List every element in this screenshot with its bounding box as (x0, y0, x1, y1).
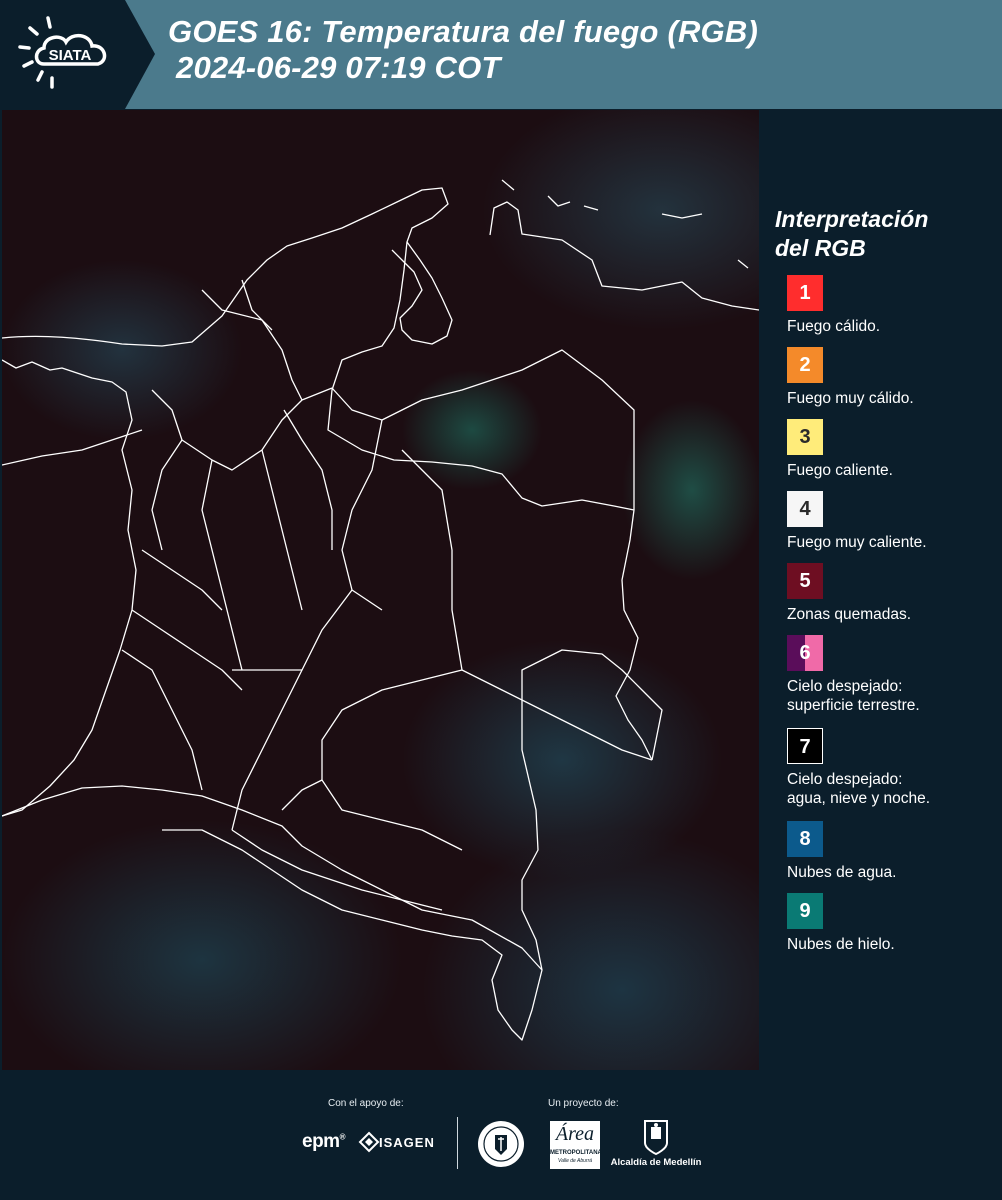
legend-swatch-4: 4 (787, 491, 823, 527)
legend-label-9: Nubes de hielo. (787, 936, 895, 953)
header-bar: SIATA GOES 16: Temperatura del fuego (RG… (0, 0, 1002, 109)
legend-swatch-6: 6 (787, 635, 823, 671)
legend-label-6: Cielo despejado: superficie terrestre. (787, 677, 920, 715)
legend-swatch-3: 3 (787, 419, 823, 455)
siata-logo: SIATA (0, 0, 160, 109)
legend-swatch-7: 7 (787, 728, 823, 764)
legend-swatch-8: 8 (787, 821, 823, 857)
title-line2: 2024-06-29 07:19 COT (176, 50, 501, 85)
area-sub2: Valle de Aburrá (557, 1158, 593, 1164)
legend-item-8: 8 Nubes de agua. (775, 821, 995, 893)
legend-label-4: Fuego muy caliente. (787, 534, 927, 551)
alcaldia-logo: Alcaldía de Medellín (610, 1119, 702, 1171)
legend-label-7-line2: agua, nieve y noche. (787, 790, 931, 807)
area-sub1: METROPOLITANA (550, 1150, 602, 1156)
footer-divider (457, 1117, 458, 1169)
legend-label-1: Fuego cálido. (787, 318, 881, 335)
alcaldia-text: Alcaldía de Medellín (610, 1157, 702, 1168)
isagen-mark-icon (358, 1131, 380, 1153)
legend-item-1: 1 Fuego cálido. (775, 275, 995, 347)
legend-label-3: Fuego caliente. (787, 462, 893, 479)
page-title: GOES 16: Temperatura del fuego (RGB) 202… (168, 14, 758, 86)
project-label: Un proyecto de: (548, 1098, 619, 1109)
legend-label-7: Cielo despejado: agua, nieve y noche. (787, 770, 930, 808)
legend-swatch-2: 2 (787, 347, 823, 383)
title-line1: GOES 16: Temperatura del fuego (RGB) (168, 14, 758, 49)
footer: Con el apoyo de: Un proyecto de: epm® IS… (0, 1071, 1002, 1200)
legend-title: Interpretación del RGB (775, 205, 995, 263)
support-label: Con el apoyo de: (328, 1098, 404, 1109)
legend-label-8: Nubes de agua. (787, 864, 897, 881)
legend-swatch-5: 5 (787, 563, 823, 599)
legend-label-2: Fuego muy cálido. (787, 390, 914, 407)
epm-logo: epm® (302, 1131, 346, 1152)
legend-item-7: 7 Cielo despejado: agua, nieve y noche. (775, 728, 995, 821)
university-seal-logo (477, 1119, 525, 1174)
isagen-text: ISAGEN (379, 1135, 435, 1150)
area-name: Área (555, 1123, 595, 1145)
legend-item-6: 6 Cielo despejado: superficie terrestre. (775, 635, 995, 728)
colombia-borders (2, 179, 759, 1041)
legend-title-line2: del RGB (775, 235, 866, 261)
medellin-shield-icon (644, 1120, 668, 1155)
epm-text: epm (302, 1131, 340, 1152)
legend-label-6-line1: Cielo despejado: (787, 678, 903, 695)
legend-title-line1: Interpretación (775, 206, 929, 232)
legend-item-4: 4 Fuego muy caliente. (775, 491, 995, 563)
area-metropolitana-logo: Área METROPOLITANA Valle de Aburrá (550, 1121, 602, 1169)
legend-swatch-1: 1 (787, 275, 823, 311)
legend-item-2: 2 Fuego muy cálido. (775, 347, 995, 419)
legend-label-5: Zonas quemadas. (787, 606, 912, 623)
legend-item-9: 9 Nubes de hielo. (775, 893, 995, 965)
legend-item-5: 5 Zonas quemadas. (775, 563, 995, 635)
legend-item-3: 3 Fuego caliente. (775, 419, 995, 491)
brand-text: SIATA (49, 47, 92, 64)
legend-label-7-line1: Cielo despejado: (787, 771, 903, 788)
satellite-map[interactable] (2, 110, 759, 1070)
legend-label-6-line2: superficie terrestre. (787, 697, 920, 714)
rgb-legend: Interpretación del RGB 1 Fuego cálido. 2… (775, 205, 995, 965)
legend-swatch-9: 9 (787, 893, 823, 929)
